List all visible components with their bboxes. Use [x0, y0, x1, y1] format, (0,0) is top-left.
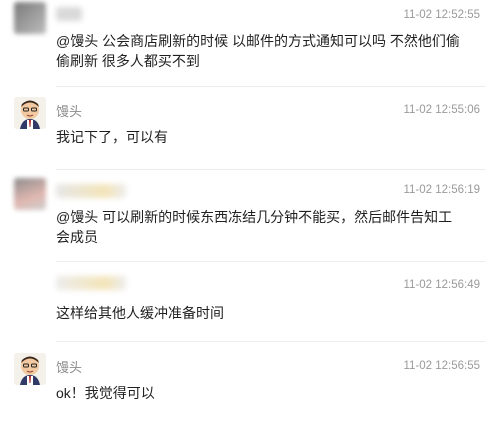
avatar[interactable]: [14, 178, 46, 210]
message-time: 11-02 12:56:49: [403, 279, 480, 291]
sender-name-redacted: [56, 184, 126, 198]
message-text: 这样给其他人缓冲准备时间: [56, 305, 224, 321]
sender-name-redacted: [56, 7, 82, 21]
chat-message: 11-02 12:56:19 @馒头 可以刷新的时候东西冻结几分钟不能买，然后邮…: [0, 170, 493, 260]
message-text: 我记下了，可以有: [56, 129, 168, 145]
sender-name[interactable]: 馒头: [56, 357, 82, 376]
avatar[interactable]: [14, 97, 46, 129]
chat-message: 馒头 11-02 12:56:55 ok！我觉得可以: [0, 342, 493, 426]
cartoon-avatar-icon: [14, 353, 46, 385]
message-time: 11-02 12:56:19: [403, 184, 480, 196]
chat-message: 11-02 12:56:49 这样给其他人缓冲准备时间: [0, 262, 493, 340]
sender-name[interactable]: 馒头: [56, 101, 82, 120]
chat-thread: 11-02 12:52:55 @馒头 公会商店刷新的时候 以邮件的方式通知可以吗…: [0, 0, 493, 426]
message-time: 11-02 12:52:55: [403, 9, 480, 21]
avatar[interactable]: [14, 353, 46, 385]
message-time: 11-02 12:56:55: [403, 360, 480, 372]
chat-message: 11-02 12:52:55 @馒头 公会商店刷新的时候 以邮件的方式通知可以吗…: [0, 0, 493, 86]
message-time: 11-02 12:55:06: [403, 104, 480, 116]
chat-message: 馒头 11-02 12:55:06 我记下了，可以有: [0, 87, 493, 169]
message-text: ok！我觉得可以: [56, 385, 155, 401]
message-text: @馒头 公会商店刷新的时候 以邮件的方式通知可以吗 不然他们偷偷刷新 很多人都买…: [56, 33, 460, 69]
avatar[interactable]: [14, 2, 46, 34]
sender-name-redacted: [56, 276, 126, 290]
message-text: @馒头 可以刷新的时候东西冻结几分钟不能买，然后邮件告知工会成员: [56, 209, 453, 245]
cartoon-avatar-icon: [14, 97, 46, 129]
